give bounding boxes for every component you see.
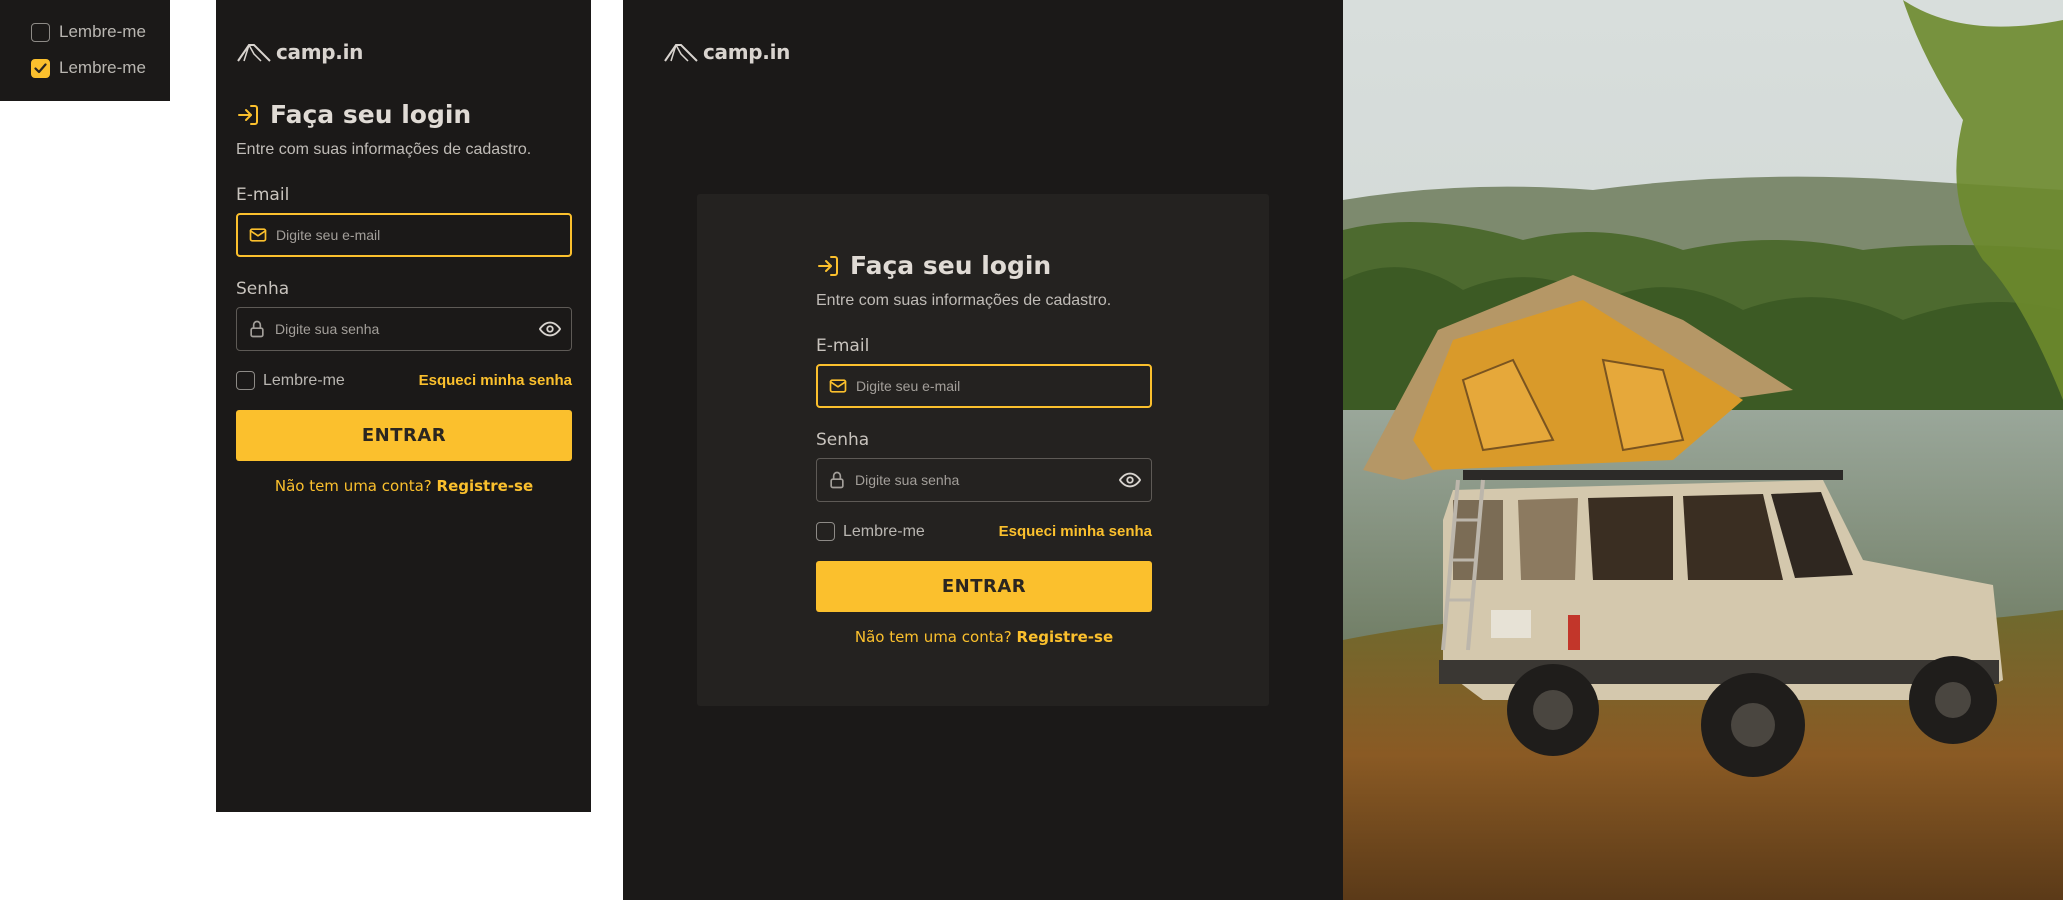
login-form: Faça seu login Entre com suas informaçõe… [816,251,1152,646]
remember-me-label: Lembre-me [263,371,345,389]
checkbox-box-checked[interactable] [31,58,50,78]
email-label: E-mail [816,336,870,356]
eye-icon[interactable] [539,318,561,340]
form-header: Faça seu login [236,100,572,129]
tent-logo-icon [664,44,698,62]
forgot-password-link[interactable]: Esqueci minha senha [419,372,572,389]
brand-name: camp.in [276,40,364,64]
checkbox-box[interactable] [31,22,50,42]
no-account-text: Não tem uma conta? [854,628,1012,646]
page-title: Faça seu login [850,251,1052,280]
email-input[interactable] [856,378,1140,394]
brand-logo[interactable]: camp.in [663,40,790,64]
form-subtitle: Entre com suas informações de cadastro. [236,141,532,158]
login-arrow-icon [238,104,258,125]
password-label: Senha [816,430,870,450]
form-header: Faça seu login [816,251,1152,280]
checkbox-swatch-panel: Lembre-me Lembre-me [0,0,170,101]
email-input[interactable] [276,227,560,243]
register-link[interactable]: Registre-se [437,477,534,495]
mail-icon [249,228,267,242]
brand-logo[interactable]: camp.in [236,40,363,64]
login-card: Faça seu login Entre com suas informaçõe… [697,194,1269,706]
check-icon [34,62,47,73]
password-label: Senha [236,279,290,299]
email-label: E-mail [236,185,290,205]
eye-icon[interactable] [1119,469,1141,491]
lock-icon [830,471,844,489]
login-form: Faça seu login Entre com suas informaçõe… [236,100,572,495]
signup-prompt: Não tem uma conta? Registre-se [816,628,1152,646]
remember-me-checkbox[interactable]: Lembre-me [816,522,925,541]
checkbox-box[interactable] [236,371,255,390]
submit-button[interactable]: ENTRAR [816,561,1152,612]
register-link[interactable]: Registre-se [1017,628,1114,646]
checkbox-label: Lembre-me [59,58,146,77]
remember-me-label: Lembre-me [843,522,925,540]
form-subtitle: Entre com suas informações de cadastro. [816,292,1112,309]
mobile-login-panel: camp.in Faça seu login Entre com suas in… [216,0,591,812]
tent-logo-icon [237,44,271,62]
signup-prompt: Não tem uma conta? Registre-se [236,477,572,495]
mail-icon [829,379,847,393]
password-field[interactable] [816,458,1152,502]
submit-button[interactable]: ENTRAR [236,410,572,461]
email-field[interactable] [236,213,572,257]
password-input[interactable] [855,472,1111,488]
swatch-checkbox-unchecked[interactable]: Lembre-me [31,22,146,42]
brand-name: camp.in [703,40,791,64]
page-title: Faça seu login [270,100,472,129]
password-input[interactable] [275,321,531,337]
hero-photo [1343,0,2063,900]
checkbox-label: Lembre-me [59,22,146,41]
form-options: Lembre-me Esqueci minha senha [816,522,1152,541]
password-field[interactable] [236,307,572,351]
forgot-password-link[interactable]: Esqueci minha senha [999,523,1152,540]
no-account-text: Não tem uma conta? [274,477,432,495]
lock-icon [250,320,264,338]
checkbox-box[interactable] [816,522,835,541]
form-options: Lembre-me Esqueci minha senha [236,371,572,390]
swatch-checkbox-checked[interactable]: Lembre-me [31,58,146,78]
remember-me-checkbox[interactable]: Lembre-me [236,371,345,390]
email-field[interactable] [816,364,1152,408]
login-arrow-icon [818,255,838,276]
camping-photo-illustration [1343,0,2063,900]
